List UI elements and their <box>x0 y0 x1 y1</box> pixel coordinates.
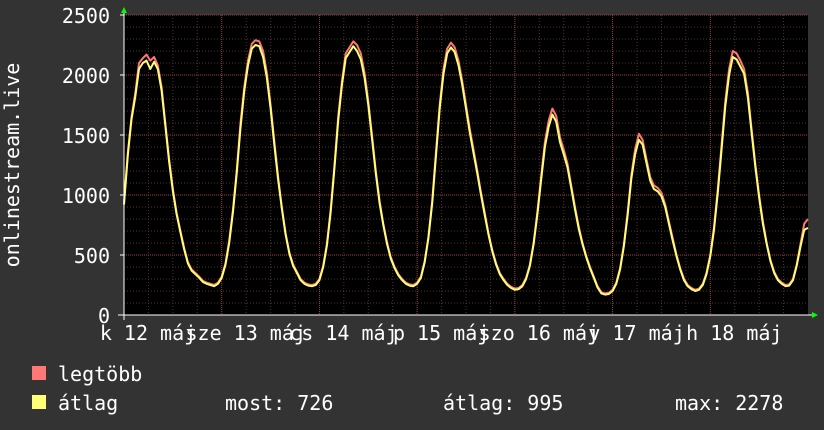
x-tick-label: h 18 máj <box>686 321 782 345</box>
stat-max: max: 2278 <box>675 391 783 415</box>
legend: legtöbb átlag most: 726 átlag: 995 max: … <box>32 362 783 415</box>
y-tick-label: 1000 <box>62 184 110 208</box>
x-tick-label: sze 13 máj <box>186 321 306 345</box>
x-tick-label: szo 16 máj <box>479 321 599 345</box>
legend-swatch-legtobb <box>32 366 46 380</box>
legend-swatch-atlag <box>32 395 46 409</box>
stat-average: átlag: 995 <box>443 391 563 415</box>
x-tick-label: k 12 máj <box>100 321 196 345</box>
x-axis-ticks: k 12 májsze 13 májcs 14 májp 15 májszo 1… <box>100 321 783 345</box>
chart: 05001000150020002500 k 12 májsze 13 májc… <box>0 4 818 415</box>
x-axis-arrow-icon <box>812 312 818 318</box>
legend-label-legtobb: legtöbb <box>58 362 142 386</box>
legend-label-atlag: átlag <box>58 391 118 415</box>
y-tick-label: 2500 <box>62 4 110 28</box>
y-axis-arrow-icon <box>121 7 127 13</box>
stat-current: most: 726 <box>225 391 333 415</box>
y-axis-ticks: 05001000150020002500 <box>62 4 124 328</box>
y-tick-label: 1500 <box>62 124 110 148</box>
x-tick-label: p 15 máj <box>393 321 489 345</box>
x-tick-label: cs 14 máj <box>289 321 397 345</box>
y-tick-label: 500 <box>74 244 110 268</box>
y-tick-label: 2000 <box>62 64 110 88</box>
y-axis-label: onlinestream.live <box>0 63 24 268</box>
x-tick-label: v 17 máj <box>588 321 684 345</box>
